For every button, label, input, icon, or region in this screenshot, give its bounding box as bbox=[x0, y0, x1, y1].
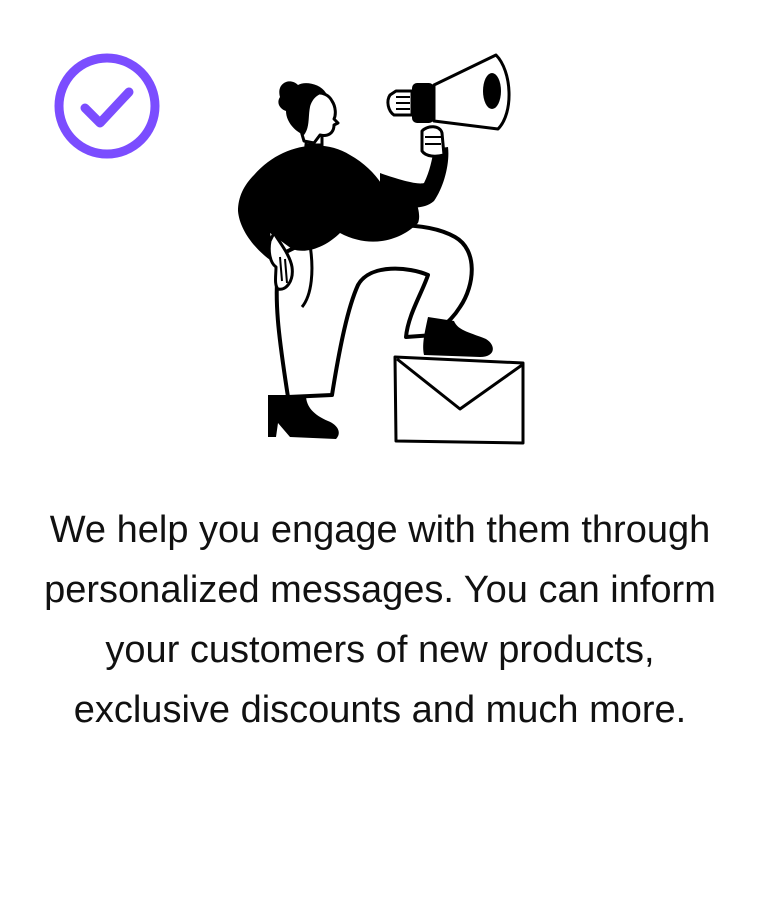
description-text: We help you engage with them through per… bbox=[44, 509, 716, 731]
check-circle-icon bbox=[53, 52, 161, 160]
woman-with-megaphone-icon bbox=[238, 53, 525, 445]
megaphone-illustration bbox=[210, 45, 530, 450]
megaphone-icon bbox=[386, 53, 511, 131]
envelope-icon bbox=[393, 355, 525, 445]
